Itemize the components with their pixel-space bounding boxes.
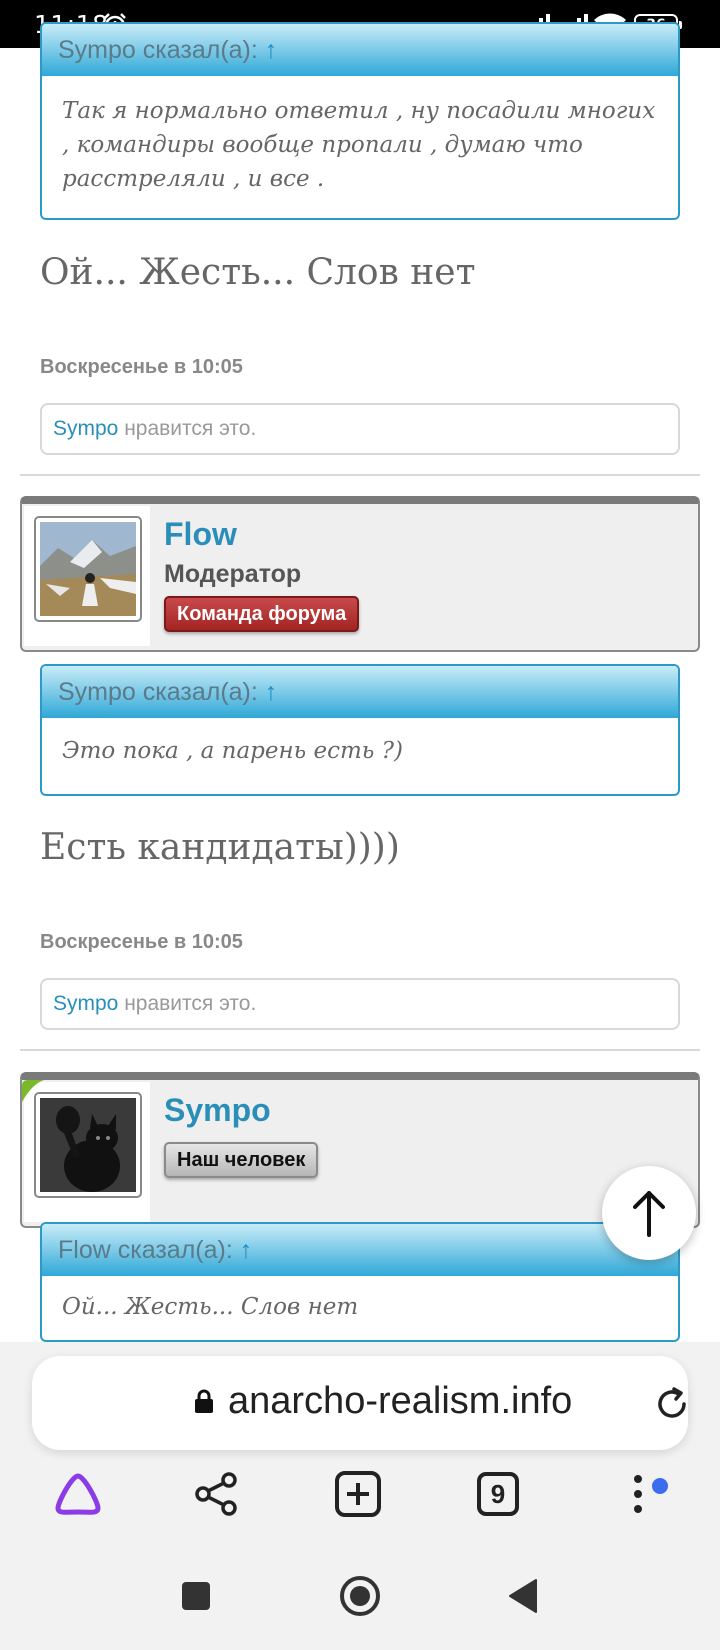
tabs-button[interactable]: 9 xyxy=(470,1466,526,1522)
username-link[interactable]: Sympo xyxy=(164,1092,271,1129)
likes-user-link[interactable]: Sympo xyxy=(53,417,118,440)
quote-header: Flow сказал(а): ↑ xyxy=(42,1224,678,1276)
new-tab-icon xyxy=(335,1471,381,1517)
post-message: Есть кандидаты)))) xyxy=(40,827,400,868)
alice-button[interactable] xyxy=(50,1466,106,1522)
user-card: Flow Модератор Команда форума xyxy=(20,496,700,652)
quote-jump-arrow[interactable]: ↑ xyxy=(265,678,278,706)
likes-bar: Sympo нравится это. xyxy=(40,978,680,1030)
likes-text: нравится это. xyxy=(118,417,257,440)
post-date[interactable]: Воскресенье в 10:05 xyxy=(40,356,243,379)
home-nav-icon[interactable] xyxy=(338,1574,382,1618)
url-text[interactable]: anarcho-realism.info xyxy=(228,1380,572,1423)
quote-block: Flow сказал(а): ↑ Ой... Жесть... Слов не… xyxy=(40,1222,680,1342)
avatar-image-mountain xyxy=(40,522,136,616)
avatar-container xyxy=(24,506,150,646)
quote-text: Это пока , а парень есть ?) xyxy=(62,738,403,764)
quote-author[interactable]: Flow сказал(а): xyxy=(58,1236,233,1264)
share-button[interactable] xyxy=(188,1466,244,1522)
square-nav-icon[interactable] xyxy=(174,1574,218,1618)
share-icon xyxy=(195,1472,237,1516)
quote-text: Ой... Жесть... Слов нет xyxy=(62,1294,359,1320)
online-indicator-icon xyxy=(22,1080,44,1102)
username-link[interactable]: Flow xyxy=(164,516,237,553)
address-bar[interactable]: anarcho-realism.info xyxy=(32,1356,688,1450)
alice-icon xyxy=(55,1473,101,1515)
more-menu-button[interactable] xyxy=(610,1466,666,1522)
new-tab-button[interactable] xyxy=(330,1466,386,1522)
more-icon xyxy=(634,1475,642,1513)
notification-dot xyxy=(652,1478,668,1494)
quote-block: Sympo сказал(а): ↑ Так я нормально ответ… xyxy=(40,22,680,220)
quote-jump-arrow[interactable]: ↑ xyxy=(265,36,278,64)
quote-text: Так я нормально ответил , ну посадили мн… xyxy=(62,98,656,192)
post-divider xyxy=(20,1049,700,1051)
scroll-top-icon xyxy=(633,1191,665,1237)
lock-icon xyxy=(195,1389,213,1413)
quote-author[interactable]: Sympo сказал(а): xyxy=(58,678,258,706)
reload-icon[interactable] xyxy=(654,1386,690,1422)
post-message: Ой... Жесть... Слов нет xyxy=(40,252,476,293)
browser-bottom-bar: anarcho-realism.info 9 xyxy=(0,1342,720,1650)
scroll-top-button[interactable] xyxy=(602,1166,696,1260)
quote-author[interactable]: Sympo сказал(а): xyxy=(58,36,258,64)
likes-user-link[interactable]: Sympo xyxy=(53,992,118,1015)
avatar-image-cat xyxy=(40,1098,136,1192)
avatar[interactable] xyxy=(34,1092,142,1198)
user-card: Sympo Наш человек xyxy=(20,1072,700,1228)
user-title: Модератор xyxy=(164,560,302,588)
quote-header: Sympo сказал(а): ↑ xyxy=(42,24,678,76)
avatar-container xyxy=(22,1080,150,1222)
likes-text: нравится это. xyxy=(118,992,257,1015)
quote-jump-arrow[interactable]: ↑ xyxy=(240,1236,253,1264)
back-nav-icon[interactable] xyxy=(502,1574,546,1618)
quote-block: Sympo сказал(а): ↑ Это пока , а парень е… xyxy=(40,664,680,796)
avatar[interactable] xyxy=(34,516,142,622)
member-badge: Наш человек xyxy=(164,1142,319,1178)
quote-header: Sympo сказал(а): ↑ xyxy=(42,666,678,718)
post-date[interactable]: Воскресенье в 10:05 xyxy=(40,931,243,954)
likes-bar: Sympo нравится это. xyxy=(40,403,680,455)
staff-badge: Команда форума xyxy=(164,596,360,632)
post-divider xyxy=(20,474,700,476)
tabs-icon: 9 xyxy=(477,1472,519,1516)
